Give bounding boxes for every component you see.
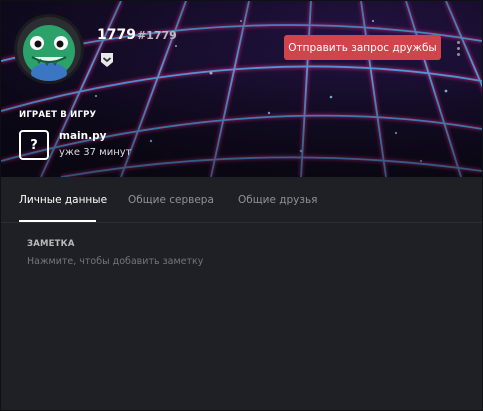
tab-user-info[interactable]: Личные данные (19, 194, 107, 206)
profile-banner: 1779 #1779 Отправить запрос дружбы ИГРАЕ… (1, 1, 482, 177)
frog-avatar-icon[interactable] (17, 17, 81, 81)
tab-mutual-servers[interactable]: Общие сервера (128, 194, 214, 206)
profile-tabs: Личные данные Общие сервера Общие друзья (1, 177, 482, 223)
activity-header: ИГРАЕТ В ИГРУ (19, 110, 97, 120)
hypesquad-badge-icon[interactable] (98, 51, 116, 69)
note-label: ЗАМЕТКА (27, 239, 75, 249)
user-profile-modal: 1779 #1779 Отправить запрос дружбы ИГРАЕ… (0, 0, 483, 411)
tab-mutual-friends[interactable]: Общие друзья (238, 194, 317, 206)
game-elapsed-time: уже 37 минут (59, 147, 132, 158)
user-info-panel: ЗАМЕТКА Нажмите, чтобы добавить заметку (1, 223, 482, 410)
game-name: main.py (59, 130, 107, 142)
unknown-game-icon: ? (19, 130, 49, 160)
note-input[interactable]: Нажмите, чтобы добавить заметку (27, 256, 447, 270)
username: 1779 (97, 27, 136, 43)
discriminator: #1779 (136, 29, 177, 42)
send-friend-request-button[interactable]: Отправить запрос дружбы (284, 35, 441, 60)
more-vertical-icon[interactable] (451, 37, 465, 59)
active-tab-indicator (19, 220, 96, 222)
username-row: 1779 #1779 (97, 27, 177, 45)
